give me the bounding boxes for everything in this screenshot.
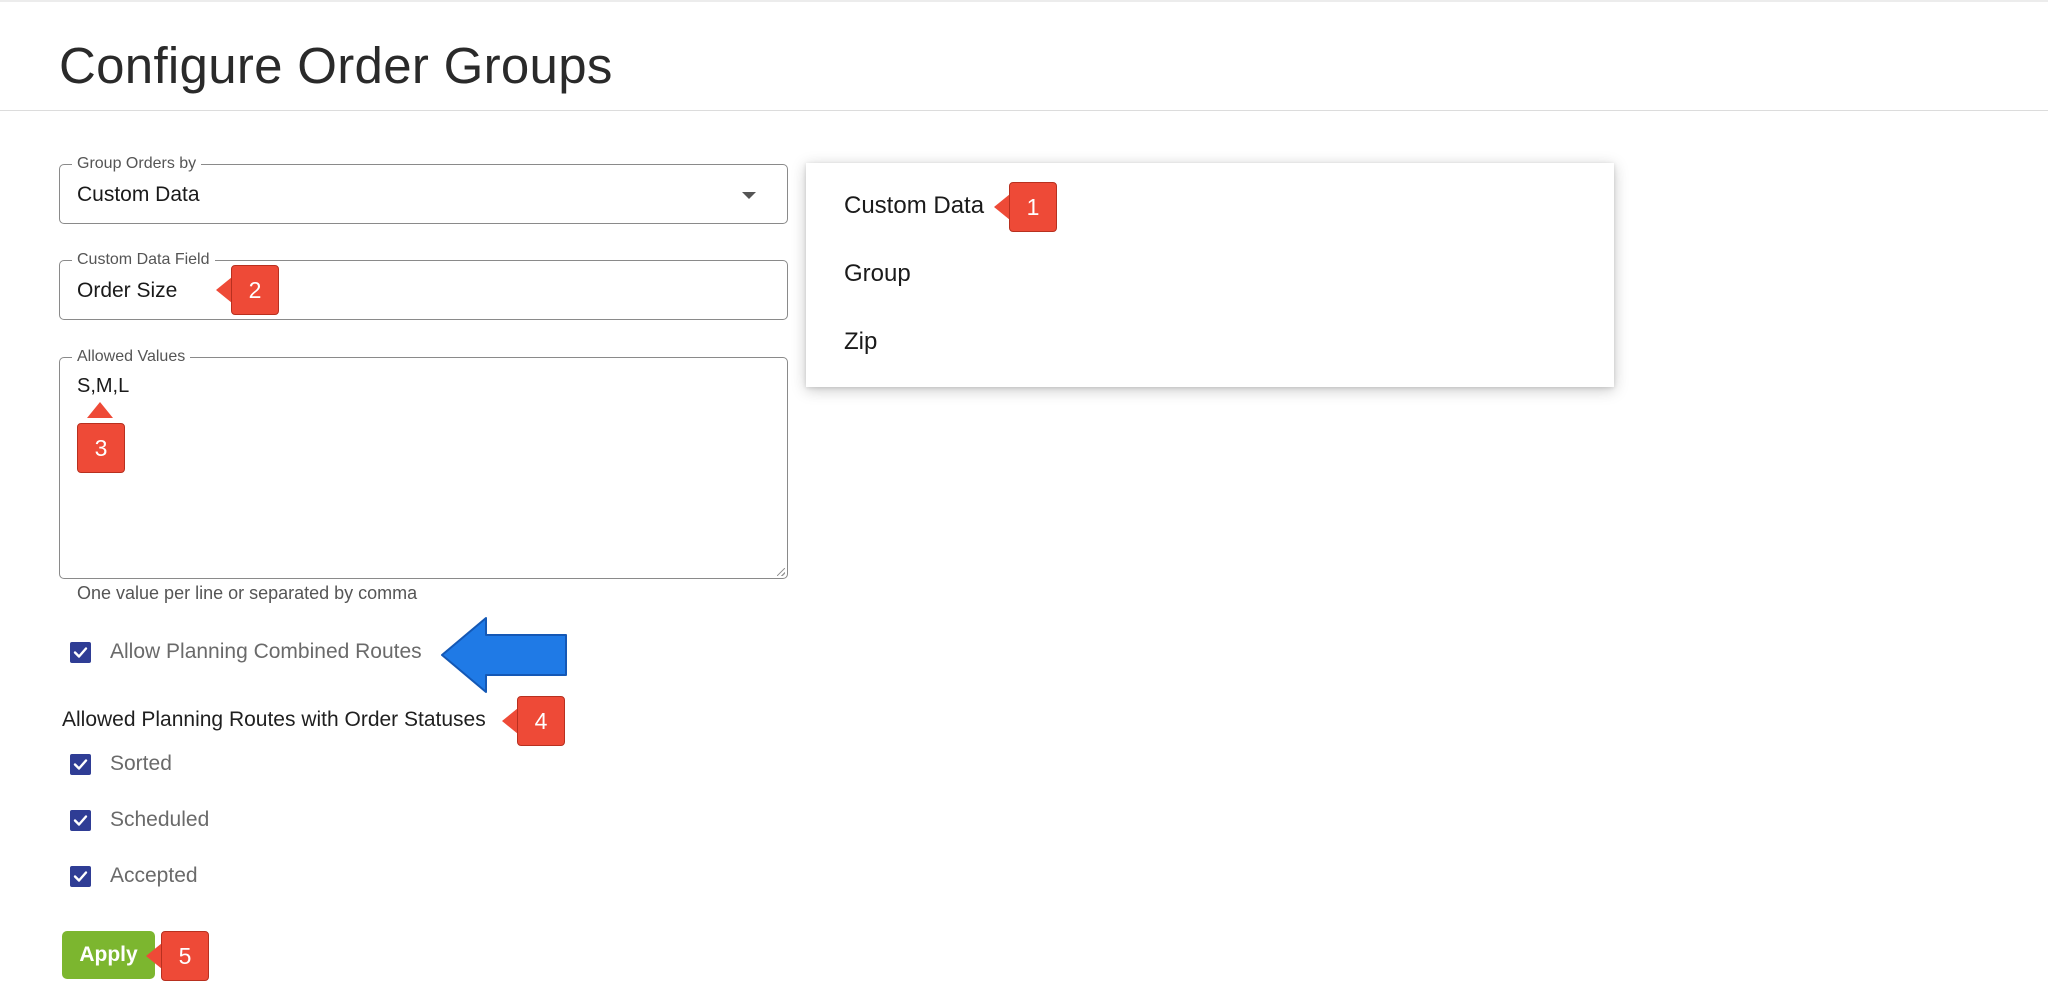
group-orders-label: Group Orders by xyxy=(72,155,202,173)
custom-data-field-label: Custom Data Field xyxy=(72,251,215,269)
status-sorted-checkbox[interactable] xyxy=(70,754,91,775)
check-icon xyxy=(73,647,88,658)
chevron-down-icon[interactable] xyxy=(742,192,756,199)
group-orders-dropdown-menu: Custom Data Group Zip xyxy=(806,163,1614,387)
status-scheduled-label: Scheduled xyxy=(110,808,210,831)
top-border xyxy=(0,0,2048,2)
combined-routes-checkbox[interactable] xyxy=(70,642,91,663)
callout-2-number: 2 xyxy=(231,265,279,315)
menu-option-group[interactable]: Group xyxy=(844,260,911,288)
menu-option-custom-data[interactable]: Custom Data xyxy=(844,192,984,220)
header-divider xyxy=(0,110,2048,111)
custom-data-field-value: Order Size xyxy=(77,279,178,302)
group-orders-value: Custom Data xyxy=(77,183,200,206)
status-accepted-label: Accepted xyxy=(110,864,198,887)
callout-1-number: 1 xyxy=(1009,182,1057,232)
apply-button[interactable]: Apply xyxy=(62,931,155,979)
menu-option-zip[interactable]: Zip xyxy=(844,328,877,356)
callout-3-number: 3 xyxy=(77,423,125,473)
allowed-values-label: Allowed Values xyxy=(72,348,191,366)
page-title: Configure Order Groups xyxy=(59,37,613,94)
status-sorted-label: Sorted xyxy=(110,752,172,775)
callout-5-number: 5 xyxy=(161,931,209,981)
check-icon xyxy=(73,759,88,770)
status-scheduled-checkbox[interactable] xyxy=(70,810,91,831)
callout-4-number: 4 xyxy=(517,696,565,746)
allowed-values-value: S,M,L xyxy=(77,375,130,397)
combined-routes-label: Allow Planning Combined Routes xyxy=(110,640,422,663)
allowed-values-helper: One value per line or separated by comma xyxy=(77,583,418,603)
check-icon xyxy=(73,815,88,826)
check-icon xyxy=(73,871,88,882)
resize-handle[interactable] xyxy=(777,568,785,576)
statuses-section-title: Allowed Planning Routes with Order Statu… xyxy=(62,708,486,731)
group-orders-select[interactable]: Group Orders by Custom Data xyxy=(59,155,788,224)
status-accepted-checkbox[interactable] xyxy=(70,866,91,887)
arrow-left-icon xyxy=(441,617,567,693)
custom-data-field-input[interactable]: Custom Data Field Order Size xyxy=(59,251,788,320)
allowed-values-textarea[interactable]: Allowed Values S,M,L xyxy=(59,348,788,579)
